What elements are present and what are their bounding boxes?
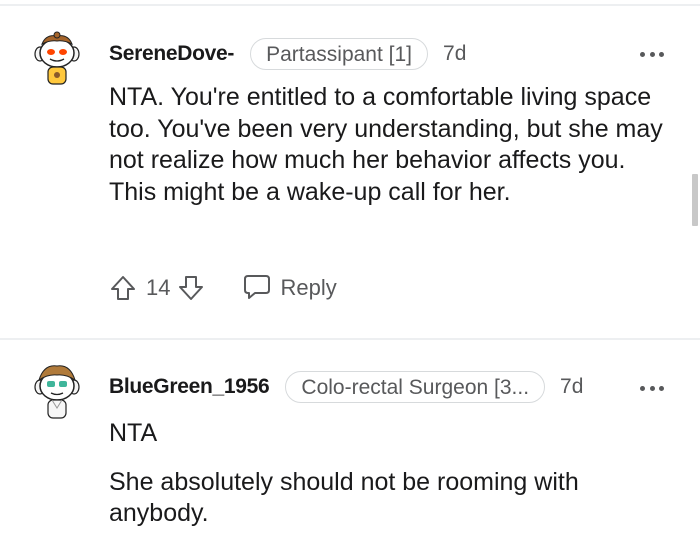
comment-paragraph: She absolutely should not be rooming wit… — [109, 467, 579, 528]
more-options-icon[interactable] — [640, 49, 664, 59]
comment-paragraph: NTA — [109, 419, 158, 447]
user-avatar-icon[interactable] — [30, 362, 84, 422]
timestamp: 7d — [443, 42, 467, 65]
timestamp: 7d — [560, 375, 584, 398]
comment-divider — [0, 338, 700, 340]
username[interactable]: BlueGreen_1956 — [109, 375, 270, 399]
username[interactable]: SereneDove- — [109, 42, 234, 66]
user-avatar-icon[interactable] — [30, 30, 84, 90]
arrow-down-icon[interactable] — [176, 273, 206, 303]
comment-header: BlueGreen_1956 Colo-rectal Surgeon [3...… — [109, 370, 583, 404]
comment-header: SereneDove- Partassipant [1] 7d — [109, 37, 466, 71]
more-options-icon[interactable] — [640, 383, 664, 393]
user-flair: Partassipant [1] — [250, 38, 429, 70]
comment-body: NTA. You're entitled to a comfortable li… — [109, 82, 669, 225]
reply-button[interactable]: Reply — [242, 271, 337, 306]
comment-paragraph: NTA. You're entitled to a comfortable li… — [109, 83, 663, 206]
comment-actions: 14 Reply — [108, 272, 337, 304]
user-flair: Colo-rectal Surgeon [3... — [285, 371, 546, 403]
scrollbar-thumb[interactable] — [692, 174, 698, 226]
speech-bubble-icon — [242, 271, 272, 306]
arrow-up-icon[interactable] — [108, 273, 138, 303]
comment-body: NTA She absolutely should not be rooming… — [109, 418, 669, 547]
vote-score: 14 — [146, 275, 171, 300]
top-divider — [0, 4, 700, 6]
reply-label: Reply — [280, 275, 337, 300]
